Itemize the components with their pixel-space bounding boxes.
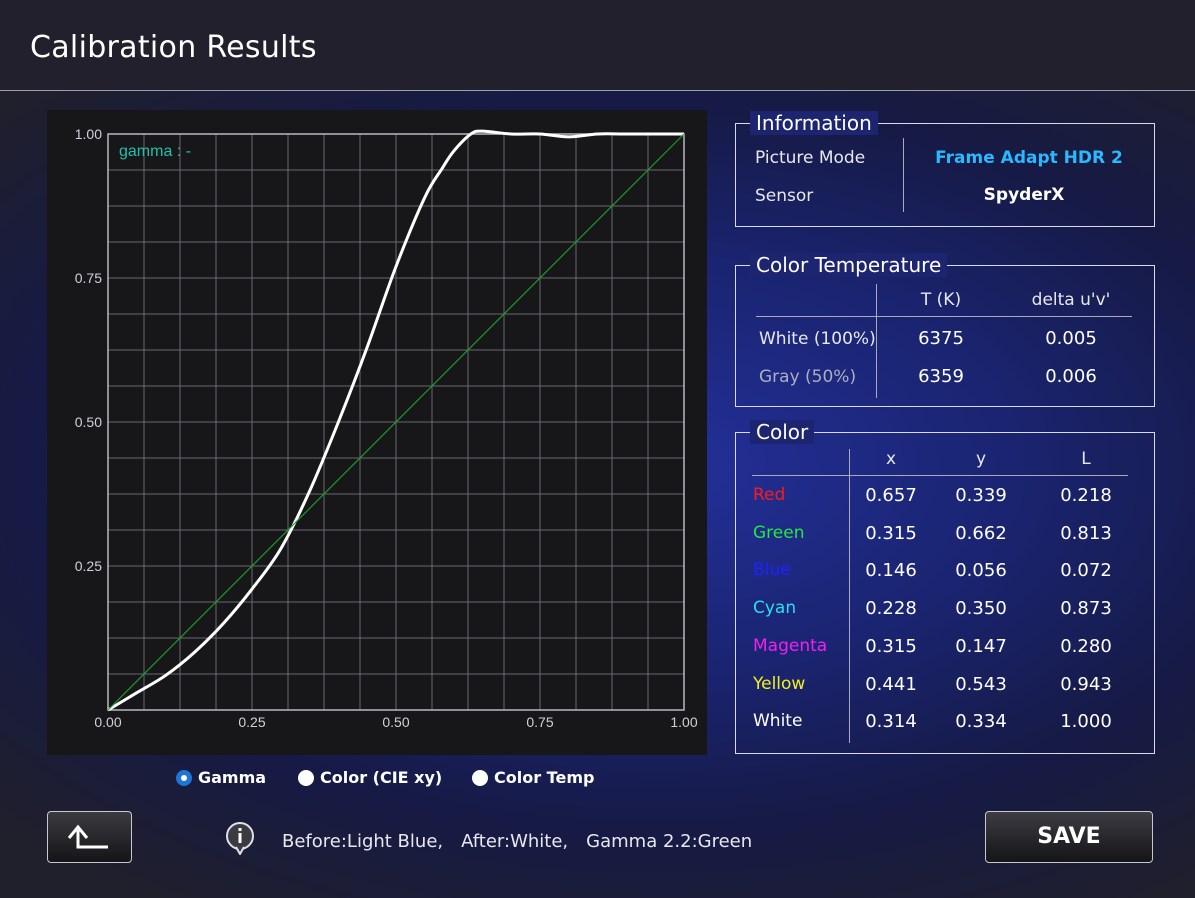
x-tick-label: 1.00 [670, 714, 697, 730]
x-tick-label: 0.75 [526, 714, 553, 730]
back-button[interactable] [47, 811, 132, 863]
color-col-x: x [885, 449, 897, 469]
radio-unselected-icon [298, 769, 314, 786]
color-col-y: y [975, 449, 987, 469]
radio-color-temp[interactable]: Color Temp [472, 768, 594, 787]
radio-color-cie-label: Color (CIE xy) [320, 768, 443, 787]
picture-mode-label: Picture Mode [755, 148, 866, 168]
color-row-l: 0.813 [1060, 522, 1112, 544]
sensor-label: Sensor [755, 186, 814, 206]
color-row-label: Red [753, 485, 786, 505]
color-header-rule [752, 475, 1128, 476]
color-row-label: Cyan [753, 598, 797, 619]
color-row-label: White [753, 711, 803, 732]
color-row-l: 0.943 [1060, 673, 1112, 695]
color-row-y: 0.147 [955, 635, 1007, 657]
color-row-l: 1.000 [1060, 711, 1112, 733]
color-row-x: 0.657 [865, 485, 917, 506]
return-arrow-icon [67, 824, 108, 849]
radio-unselected-icon [472, 769, 488, 786]
color-temperature-legend: Color Temperature [750, 253, 948, 277]
radio-color-cie[interactable]: Color (CIE xy) [298, 768, 442, 787]
save-button[interactable]: SAVE [985, 811, 1153, 863]
ctemp-row-label: Gray (50%) [759, 367, 857, 387]
information-panel: Information Picture Mode Frame Adapt HDR… [735, 111, 1155, 227]
y-tick-label: 0.25 [75, 558, 102, 574]
legend-note: Before:Light Blue, After:White, Gamma 2.… [282, 831, 753, 852]
info-icon [224, 821, 256, 857]
color-row-l: 0.218 [1060, 485, 1112, 506]
color-col-l: L [1081, 449, 1091, 469]
color-row-label: Blue [753, 560, 791, 581]
radio-gamma-label: Gamma [198, 768, 267, 787]
color-temperature-panel: Color Temperature T (K) delta u'v' White… [735, 253, 1155, 407]
ctemp-row-delta: 0.006 [1045, 366, 1097, 387]
color-row-x: 0.146 [865, 560, 917, 582]
radio-gamma[interactable]: Gamma [176, 768, 266, 787]
header-bar: Calibration Results [0, 0, 1195, 91]
color-row-y: 0.662 [955, 522, 1007, 544]
gamma-chart: 1.00 0.75 0.50 0.25 0.00 0.25 0.50 0.75 1.00 gamm… [47, 110, 707, 755]
color-row-l: 0.873 [1060, 598, 1112, 620]
ctemp-row-t: 6359 [918, 366, 964, 387]
y-tick-label: 0.75 [75, 270, 102, 286]
ctemp-row-delta: 0.005 [1045, 328, 1097, 349]
y-tick-label: 1.00 [75, 126, 102, 142]
color-row-x: 0.315 [865, 635, 917, 657]
color-row-x: 0.228 [865, 598, 917, 620]
color-row-y: 0.350 [955, 598, 1007, 620]
sensor-value: SpyderX [983, 185, 1065, 205]
y-tick-label: 0.50 [75, 414, 102, 430]
color-row-label: Green [753, 522, 805, 543]
ctemp-col-t: T (K) [920, 290, 962, 310]
ctemp-row-t: 6375 [918, 328, 964, 349]
x-tick-label: 0.25 [238, 714, 265, 730]
radio-color-temp-label: Color Temp [494, 768, 595, 787]
color-row-y: 0.334 [955, 711, 1007, 733]
color-row-x: 0.314 [865, 711, 917, 733]
color-divider [849, 449, 850, 743]
color-row-x: 0.315 [865, 522, 917, 544]
ctemp-col-delta: delta u'v' [1031, 290, 1111, 310]
ctemp-header-rule [756, 316, 1132, 317]
color-row-y: 0.543 [955, 673, 1007, 695]
information-legend: Information [750, 111, 878, 135]
color-row-y: 0.339 [955, 485, 1007, 506]
picture-mode-value: Frame Adapt HDR 2 [935, 148, 1123, 168]
color-row-y: 0.056 [955, 560, 1007, 582]
gamma-value-label: gamma : - [119, 143, 191, 160]
color-row-l: 0.280 [1060, 635, 1112, 657]
color-row-label: Magenta [753, 635, 828, 656]
color-row-label: Yellow [753, 673, 806, 694]
x-tick-label: 0.50 [382, 714, 409, 730]
ctemp-row-label: White (100%) [759, 329, 876, 349]
color-legend: Color [750, 420, 815, 444]
ctemp-divider [876, 284, 877, 398]
page-title: Calibration Results [30, 30, 317, 65]
color-row-l: 0.072 [1060, 560, 1112, 582]
radio-selected-icon [176, 769, 192, 786]
x-tick-label: 0.00 [94, 714, 121, 730]
chart-svg: 1.00 0.75 0.50 0.25 0.00 0.25 0.50 0.75 1.00 gamm… [75, 126, 698, 730]
color-row-x: 0.441 [865, 673, 917, 695]
color-panel: Color x y L Red 0.657 0.339 0.218 Green 0.315… [735, 420, 1155, 754]
